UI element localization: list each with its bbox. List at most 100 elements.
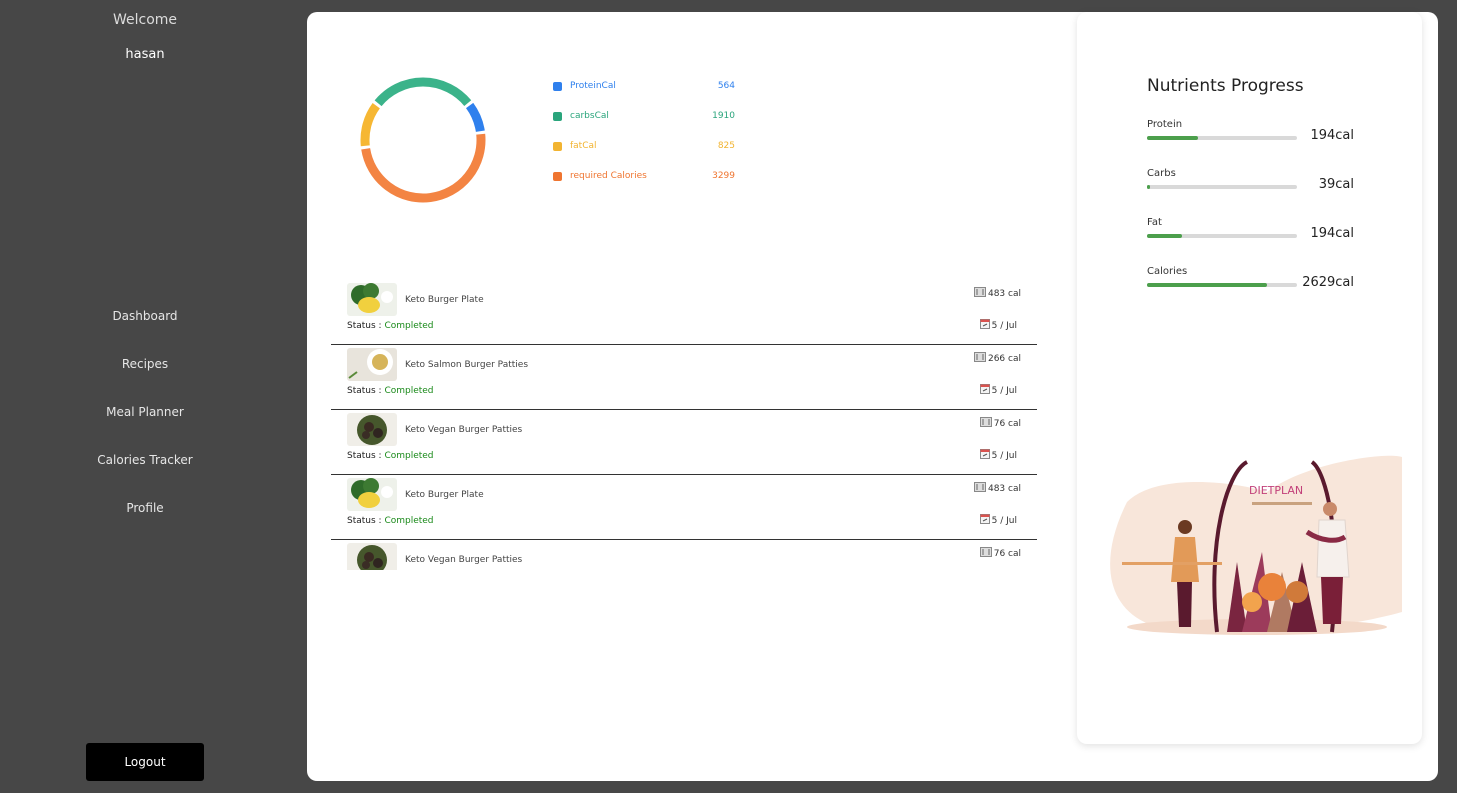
nutrient-protein: Protein 194cal [1147,119,1377,159]
nutrient-value: 2629cal [1302,275,1354,290]
status-prefix: Status : [347,516,385,526]
nutrient-progress-fill [1147,283,1267,287]
meal-date: 5 / Jul [979,384,1017,396]
donut-slice-carbscal [374,77,472,107]
nutrient-carbs: Carbs 39cal [1147,168,1377,208]
calories-text: 483 cal [987,484,1021,494]
plate-icon [973,482,988,494]
status-value: Completed [384,451,434,461]
legend-value: 3299 [712,171,735,181]
nutrient-progress-fill [1147,185,1150,189]
legend-label: ProteinCal [570,81,616,91]
legend-item[interactable]: fatCal 825 [553,140,743,170]
legend-label: fatCal [570,141,597,151]
sidebar-item-recipes[interactable]: Recipes [0,352,290,400]
nutrient-progress-fill [1147,136,1198,140]
meal-calories: 483 cal [973,482,1021,494]
nutrient-fat: Fat 194cal [1147,217,1377,257]
nutrient-label: Fat [1147,217,1162,228]
sidebar: Welcome hasan Dashboard Recipes Meal Pla… [0,0,290,793]
meal-date: 5 / Jul [979,514,1017,526]
plate-icon [979,417,994,429]
meal-row[interactable]: Keto Salmon Burger Patties Status : Comp… [331,345,1037,410]
meal-thumbnail [347,283,397,316]
chart-legend: ProteinCal 564 carbsCal 1910 fatCal 825 … [553,80,743,200]
meal-row[interactable]: Keto Burger Plate Status : Completed 483… [331,280,1037,345]
welcome-text: Welcome [112,12,178,28]
diet-plan-illustration: DIETPLAN [1110,455,1402,635]
meal-row[interactable]: Keto Vegan Burger Patties Status : Compl… [331,410,1037,475]
legend-label: required Calories [570,171,647,181]
status-value: Completed [384,516,434,526]
sidebar-item-dashboard[interactable]: Dashboard [0,304,290,352]
meal-name: Keto Burger Plate [405,295,484,305]
sidebar-item-meal-planner[interactable]: Meal Planner [0,400,290,448]
date-text: 5 / Jul [991,386,1017,396]
meal-status: Status : Completed [347,321,434,331]
sidebar-item-profile[interactable]: Profile [0,496,290,544]
legend-value: 825 [717,141,735,151]
meal-status: Status : Completed [347,451,434,461]
status-value: Completed [384,321,434,331]
date-text: 5 / Jul [991,516,1017,526]
date-text: 5 / Jul [991,321,1017,331]
donut-slice-required-calories [361,133,486,203]
status-prefix: Status : [347,386,385,396]
meal-thumbnail [347,543,397,570]
meal-calories: 483 cal [973,287,1021,299]
plate-icon [979,547,994,559]
meal-list: Keto Burger Plate Status : Completed 483… [331,280,1037,570]
meal-thumbnail [347,348,397,381]
plate-icon [973,352,988,364]
meal-thumbnail [347,413,397,446]
legend-swatch [553,112,562,121]
meal-name: Keto Salmon Burger Patties [405,360,529,370]
nutrient-label: Protein [1147,119,1183,130]
meal-status: Status : Completed [347,516,434,526]
calendar-icon [979,514,992,526]
meal-date: 5 / Jul [979,319,1017,331]
calories-text: 266 cal [987,354,1021,364]
legend-swatch [553,172,562,181]
nutrient-label: Calories [1147,266,1188,277]
meal-date: 5 / Jul [979,449,1017,461]
meal-status: Status : Completed [347,386,434,396]
nutrients-title: Nutrients Progress [1147,76,1304,96]
calendar-icon [979,449,992,461]
calories-text: 483 cal [987,289,1021,299]
nutrient-label: Carbs [1147,168,1176,179]
meal-name: Keto Vegan Burger Patties [405,425,523,435]
legend-swatch [553,142,562,151]
logout-button[interactable]: Logout [86,743,204,781]
nutrient-progress-bar [1147,185,1297,189]
legend-item[interactable]: ProteinCal 564 [553,80,743,110]
nutrient-progress-fill [1147,234,1182,238]
meal-row[interactable]: Keto Vegan Burger Patties Status : Compl… [331,540,1037,570]
nutrient-calories: Calories 2629cal [1147,266,1377,306]
nutrient-progress-bar [1147,234,1297,238]
nutrients-panel: Nutrients Progress Protein 194cal Carbs … [1077,12,1422,744]
legend-swatch [553,82,562,91]
status-prefix: Status : [347,321,385,331]
meal-calories: 266 cal [973,352,1021,364]
status-value: Completed [384,386,434,396]
calendar-icon [979,384,992,396]
sidebar-item-calories-tracker[interactable]: Calories Tracker [0,448,290,496]
legend-value: 564 [717,81,735,91]
date-text: 5 / Jul [991,451,1017,461]
sidebar-nav: Dashboard Recipes Meal Planner Calories … [0,304,290,544]
nutrient-progress-bar [1147,136,1297,140]
meal-calories: 76 cal [979,417,1021,429]
meal-row[interactable]: Keto Burger Plate Status : Completed 483… [331,475,1037,540]
donut-slice-fatcal [360,103,380,147]
meal-name: Keto Vegan Burger Patties [405,555,523,565]
meal-calories: 76 cal [979,547,1021,559]
meal-name: Keto Burger Plate [405,490,484,500]
meal-thumbnail [347,478,397,511]
main-panel: ProteinCal 564 carbsCal 1910 fatCal 825 … [307,12,1438,781]
legend-item[interactable]: required Calories 3299 [553,170,743,200]
legend-value: 1910 [712,111,735,121]
nutrient-value: 194cal [1310,128,1354,143]
legend-item[interactable]: carbsCal 1910 [553,110,743,140]
status-prefix: Status : [347,451,385,461]
